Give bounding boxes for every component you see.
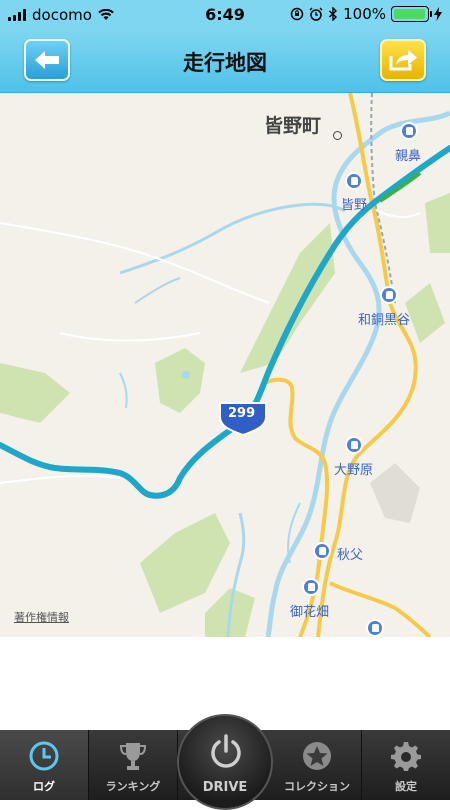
route-highlight <box>378 171 422 203</box>
status-bar: docomo 6:49 100% <box>0 0 450 30</box>
share-button[interactable] <box>380 39 426 81</box>
power-icon <box>211 734 241 768</box>
town-label: 皆野町 <box>264 115 322 137</box>
tab-label: ランキング <box>105 780 161 793</box>
pond <box>182 371 190 379</box>
park-area <box>425 193 450 253</box>
nav-header: 走行地図 <box>0 30 450 93</box>
tab-settings[interactable]: 設定 <box>362 730 450 800</box>
gear-icon <box>391 742 421 771</box>
river <box>134 277 181 304</box>
share-arrow-icon <box>389 50 417 71</box>
river <box>119 372 128 409</box>
station-label-oyahana[interactable]: 親鼻 <box>395 145 421 164</box>
park-area <box>155 348 205 413</box>
park-area <box>0 363 70 423</box>
station-pin-icon[interactable] <box>380 286 398 304</box>
copyright-link[interactable]: 著作権情報 <box>14 609 69 625</box>
star-icon <box>303 742 331 770</box>
tab-label: ログ <box>33 780 55 793</box>
bluetooth-icon <box>329 7 338 21</box>
tab-label: コレクション <box>284 780 350 793</box>
alarm-icon <box>309 7 323 21</box>
station-pin-icon[interactable] <box>366 619 384 637</box>
station-pin-icon[interactable] <box>302 578 320 596</box>
map-canvas <box>0 93 450 637</box>
route-map[interactable]: 299 皆野町 親鼻 皆野 和銅黒谷 大野原 秋父 御花畑 著作権情報 <box>0 93 450 637</box>
tab-ranking[interactable]: ランキング <box>89 730 178 800</box>
drive-button[interactable]: DRIVE <box>177 714 273 810</box>
town-dot-icon <box>333 131 342 140</box>
trophy-icon <box>119 743 147 770</box>
battery-percent: 100% <box>343 5 386 23</box>
park-area <box>405 283 445 343</box>
station-label-chichibu[interactable]: 秋父 <box>337 544 363 563</box>
station-pin-icon[interactable] <box>313 542 331 560</box>
battery-icon <box>391 6 432 22</box>
charging-bolt-icon <box>434 7 442 21</box>
drive-label: DRIVE <box>202 780 248 795</box>
station-label-ohanabatake[interactable]: 御花畑 <box>290 601 329 620</box>
park-area <box>140 513 230 613</box>
station-pin-icon[interactable] <box>400 122 418 140</box>
main-road <box>316 93 418 637</box>
tab-label: 設定 <box>395 780 417 793</box>
status-right: 100% <box>290 5 442 23</box>
route-number-label: 299 <box>228 406 256 421</box>
minor-road <box>0 222 271 304</box>
station-label-wadokuroya[interactable]: 和銅黒谷 <box>358 309 410 328</box>
station-pin-icon[interactable] <box>345 436 363 454</box>
minor-road <box>0 474 121 484</box>
station-label-minano[interactable]: 皆野 <box>341 194 367 213</box>
minor-road <box>59 332 201 342</box>
clock-icon <box>29 741 59 771</box>
station-pin-icon[interactable] <box>345 172 363 190</box>
park-area <box>370 463 420 523</box>
tab-log[interactable]: ログ <box>0 730 89 800</box>
station-label-onohara[interactable]: 大野原 <box>334 459 373 478</box>
tab-collection[interactable]: コレクション <box>273 730 362 800</box>
rotation-lock-icon <box>290 7 304 21</box>
